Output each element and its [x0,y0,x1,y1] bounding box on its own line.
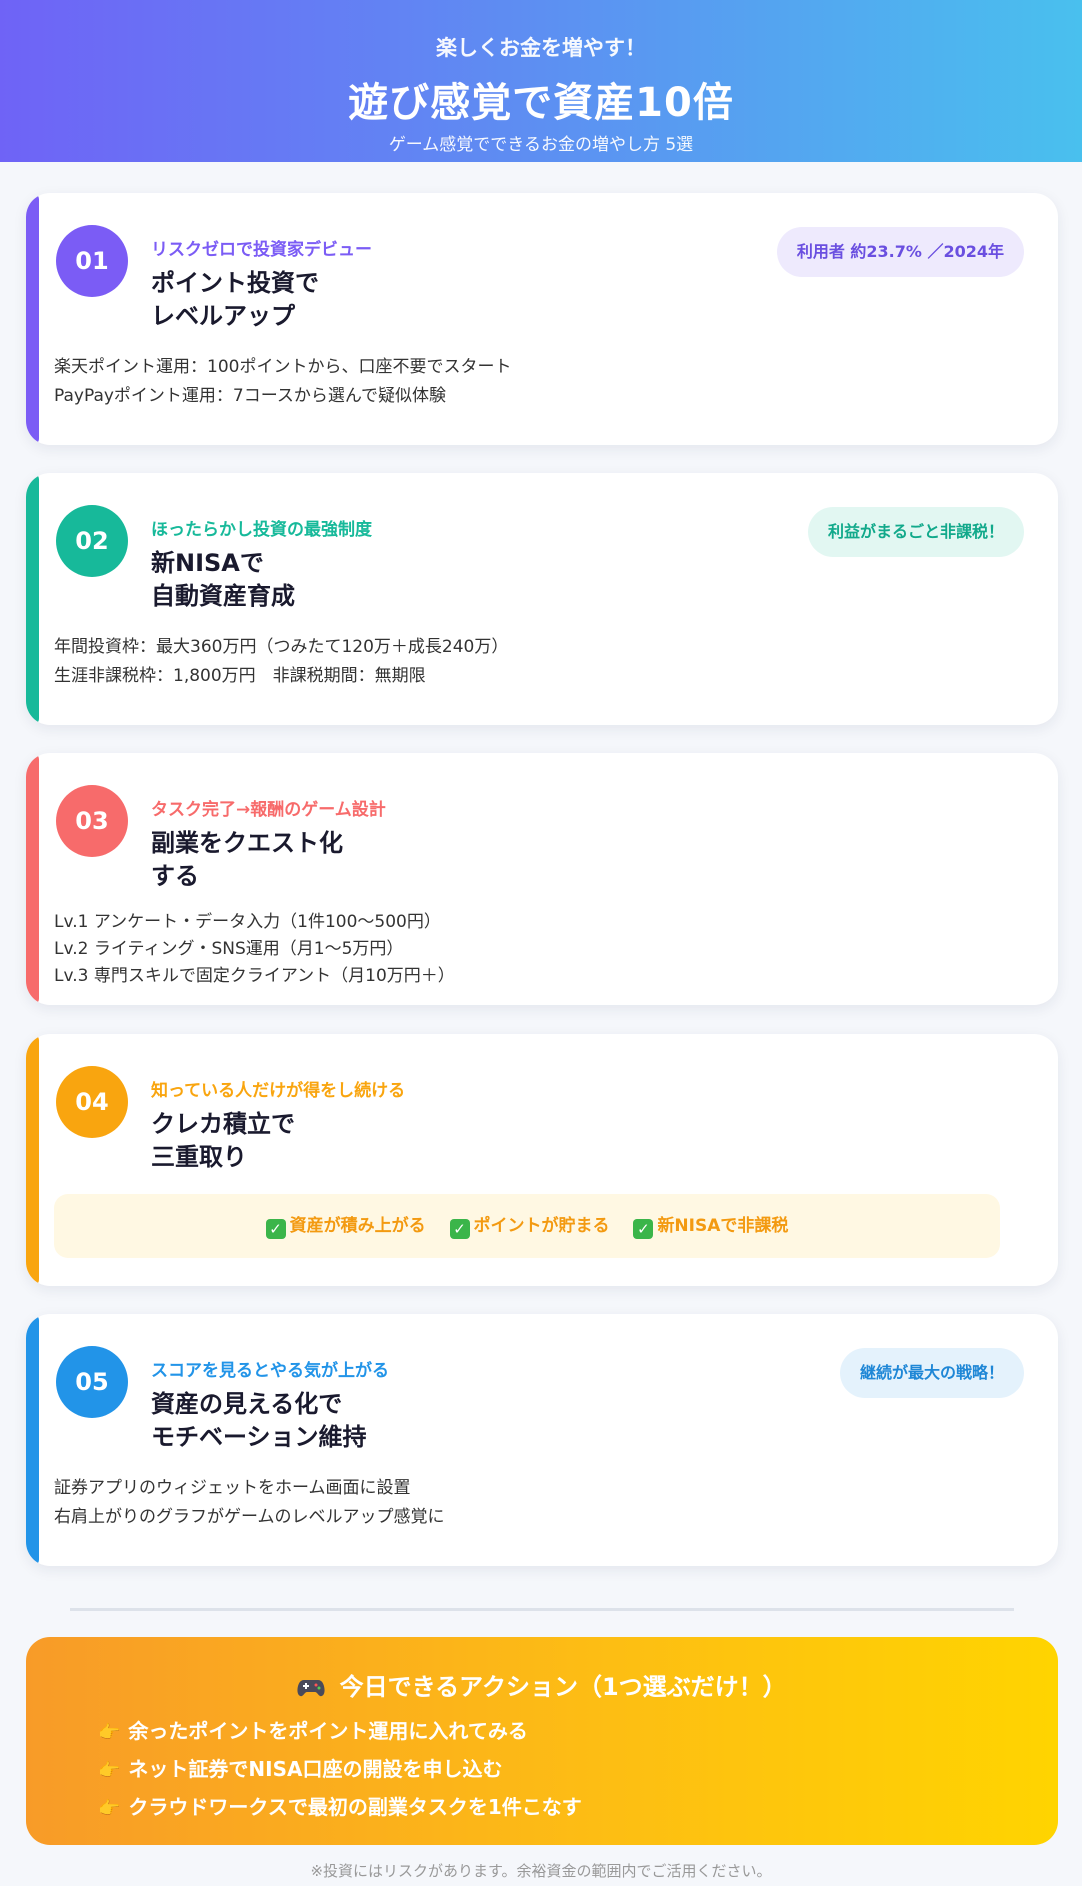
benefit-label: 新NISAで非課税 [657,1216,789,1236]
card-kicker: 知っている人だけが得をし続ける [151,1081,406,1101]
card-title-line: 副業をクエスト化 [151,829,343,857]
card-accent-bar [26,753,39,1005]
card-credit-card-savings: 04 知っている人だけが得をし続ける クレカ積立で 三重取り ✓ 資産が積み上がる… [26,1034,1058,1286]
benefit-label: ポイントが貯まる [473,1216,610,1236]
card-number: 02 [56,505,128,577]
card-kicker: ほったらかし投資の最強制度 [151,520,372,540]
benefit-item: ✓ 資産が積み上がる [265,1216,426,1239]
pointing-hand-icon: 👉 [98,1722,121,1743]
card-accent-bar [26,1034,39,1286]
card-number: 03 [56,785,128,857]
card-number: 01 [56,225,128,297]
card-title: 副業をクエスト化 する [151,827,551,893]
card-number: 04 [56,1066,128,1138]
card-title-line: 資産の見える化で [151,1390,343,1418]
action-item-label: クラウドワークスで最初の副業タスクを1件こなす [128,1795,582,1819]
check-icon: ✓ [265,1219,286,1239]
detail-line: 証券アプリのウィジェットをホーム画面に設置 [54,1478,411,1498]
detail-line: 右肩上がりのグラフがゲームのレベルアップ感覚に [54,1507,445,1527]
action-item-label: ネット証券でNISA口座の開設を申し込む [128,1757,503,1781]
card-accent-bar [26,1314,39,1566]
benefit-label: 資産が積み上がる [289,1216,426,1236]
card-title-line: レベルアップ [151,302,295,330]
benefit-item: ✓ ポイントが貯まる [449,1216,610,1239]
check-icon: ✓ [449,1219,470,1239]
card-title-line: 新NISAで [151,549,264,577]
stat-badge: 利用者 約23.7% ／2024年 [776,227,1024,277]
action-title: 今日できるアクション（1つ選ぶだけ！） [26,1667,1058,1702]
card-asset-visualization: 05 スコアを見るとやる気が上がる 資産の見える化で モチベーション維持 継続が… [26,1314,1058,1566]
disclaimer-footnote: ※投資にはリスクがあります。余裕資金の範囲内でご活用ください。 [310,1862,772,1880]
card-kicker: スコアを見るとやる気が上がる [151,1361,389,1381]
header-subtitle: 楽しくお金を増やす！ [436,36,646,60]
card-title-line: 三重取り [151,1143,247,1171]
pointing-hand-icon: 👉 [98,1798,121,1819]
list-item: 👉 ネット証券でNISA口座の開設を申し込む [98,1751,582,1789]
detail-line: Lv.1 アンケート・データ入力（1件100〜500円） [54,912,441,932]
header-banner: 楽しくお金を増やす！ 遊び感覚で資産10倍 ゲーム感覚でできるお金の増やし方 5… [0,0,1082,162]
detail-line: 生涯非課税枠：1,800万円 非課税期間：無期限 [54,666,426,686]
action-list: 👉 余ったポイントをポイント運用に入れてみる 👉 ネット証券でNISA口座の開設を申… [98,1713,582,1827]
card-details: 年間投資枠：最大360万円（つみたて120万＋成長240万） 生涯非課税枠：1,… [54,633,508,691]
header-tagline: ゲーム感覚でできるお金の増やし方 5選 [388,135,694,155]
detail-line: 年間投資枠：最大360万円（つみたて120万＋成長240万） [54,637,509,657]
card-title-line: する [151,862,199,890]
card-title-line: モチベーション維持 [151,1423,367,1451]
card-accent-bar [26,473,39,725]
list-item: 👉 クラウドワークスで最初の副業タスクを1件こなす [98,1789,582,1827]
card-title-line: 自動資産育成 [151,582,295,610]
detail-line: Lv.3 専門スキルで固定クライアント（月10万円＋） [54,966,455,986]
strategy-badge: 継続が最大の戦略！ [839,1348,1024,1398]
detail-line: Lv.2 ライティング・SNS運用（月1〜5万円） [54,939,404,959]
card-title: 資産の見える化で モチベーション維持 [151,1388,551,1454]
detail-line: PayPayポイント運用：7コースから選んで疑似体験 [54,386,447,406]
benefit-item: ✓ 新NISAで非課税 [633,1216,789,1239]
action-box: 今日できるアクション（1つ選ぶだけ！） 👉 余ったポイントをポイント運用に入れてみ… [26,1637,1058,1845]
action-title-text: 今日できるアクション（1つ選ぶだけ！） [339,1673,787,1701]
detail-line: 楽天ポイント運用：100ポイントから、口座不要でスタート [54,357,512,377]
card-point-investing: 01 リスクゼロで投資家デビュー ポイント投資で レベルアップ 利用者 約23.… [26,193,1058,445]
card-details: 楽天ポイント運用：100ポイントから、口座不要でスタート PayPayポイント運… [54,353,511,411]
card-title: 新NISAで 自動資産育成 [151,547,551,613]
card-title: ポイント投資で レベルアップ [151,267,551,333]
card-details: 証券アプリのウィジェットをホーム画面に設置 右肩上がりのグラフがゲームのレベルア… [54,1474,445,1532]
card-title-line: ポイント投資で [151,269,319,297]
card-number: 05 [56,1346,128,1418]
page-title: 遊び感覚で資産10倍 [348,80,734,126]
card-accent-bar [26,193,39,445]
benefits-box: ✓ 資産が積み上がる ✓ ポイントが貯まる ✓ 新NISAで非課税 [54,1194,1000,1258]
card-details: Lv.1 アンケート・データ入力（1件100〜500円） Lv.2 ライティング… [54,909,455,990]
action-item-label: 余ったポイントをポイント運用に入れてみる [128,1719,528,1743]
list-item: 👉 余ったポイントをポイント運用に入れてみる [98,1713,582,1751]
card-title-line: クレカ積立で [151,1110,295,1138]
card-side-job-quest: 03 タスク完了→報酬のゲーム設計 副業をクエスト化 する Lv.1 アンケート… [26,753,1058,1005]
card-kicker: リスクゼロで投資家デビュー [151,240,372,260]
tax-free-badge: 利益がまるごと非課税！ [807,507,1024,557]
card-kicker: タスク完了→報酬のゲーム設計 [151,800,386,820]
check-icon: ✓ [633,1219,654,1239]
card-title: クレカ積立で 三重取り [151,1108,551,1174]
game-controller-icon [297,1680,325,1697]
section-divider [70,1608,1014,1611]
card-new-nisa: 02 ほったらかし投資の最強制度 新NISAで 自動資産育成 利益がまるごと非課… [26,473,1058,725]
pointing-hand-icon: 👉 [98,1760,121,1781]
